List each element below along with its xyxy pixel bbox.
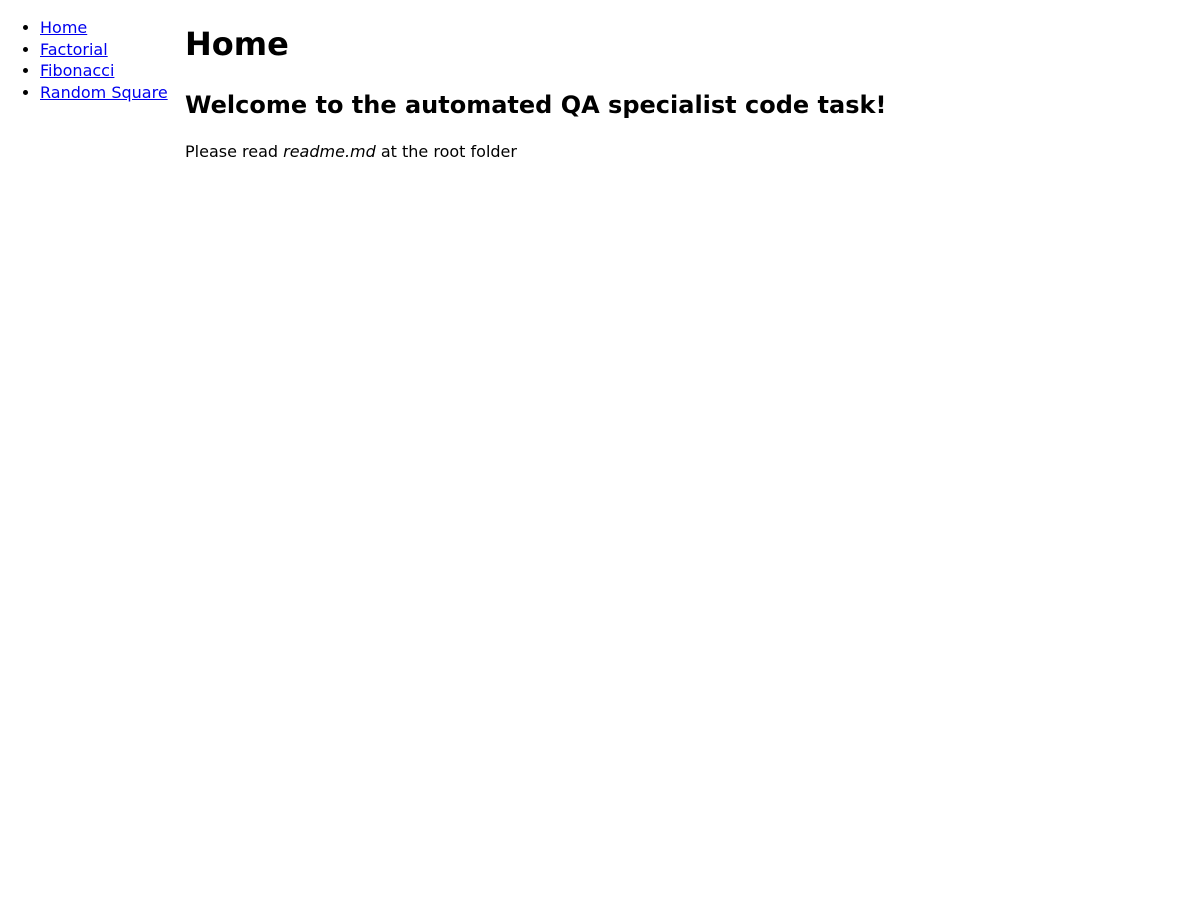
nav-item-random-square: Random Square (40, 82, 168, 104)
nav-list: Home Factorial Fibonacci Random Square (0, 17, 168, 103)
intro-text-after: at the root folder (375, 142, 517, 161)
nav-item-home: Home (40, 17, 168, 39)
readme-filename: readme.md (283, 142, 376, 161)
fibonacci-link[interactable]: Fibonacci (40, 61, 114, 80)
page-title: Home (185, 25, 289, 63)
random-square-link[interactable]: Random Square (40, 83, 168, 102)
intro-text: Please read readme.md at the root folder (185, 142, 1165, 162)
factorial-link[interactable]: Factorial (40, 40, 108, 59)
nav-item-factorial: Factorial (40, 39, 168, 61)
intro-text-before: Please read (185, 142, 284, 161)
main-content: Home Welcome to the automated QA special… (185, 0, 1165, 162)
home-link[interactable]: Home (40, 18, 87, 37)
welcome-heading: Welcome to the automated QA specialist c… (185, 91, 887, 119)
nav-item-fibonacci: Fibonacci (40, 60, 168, 82)
